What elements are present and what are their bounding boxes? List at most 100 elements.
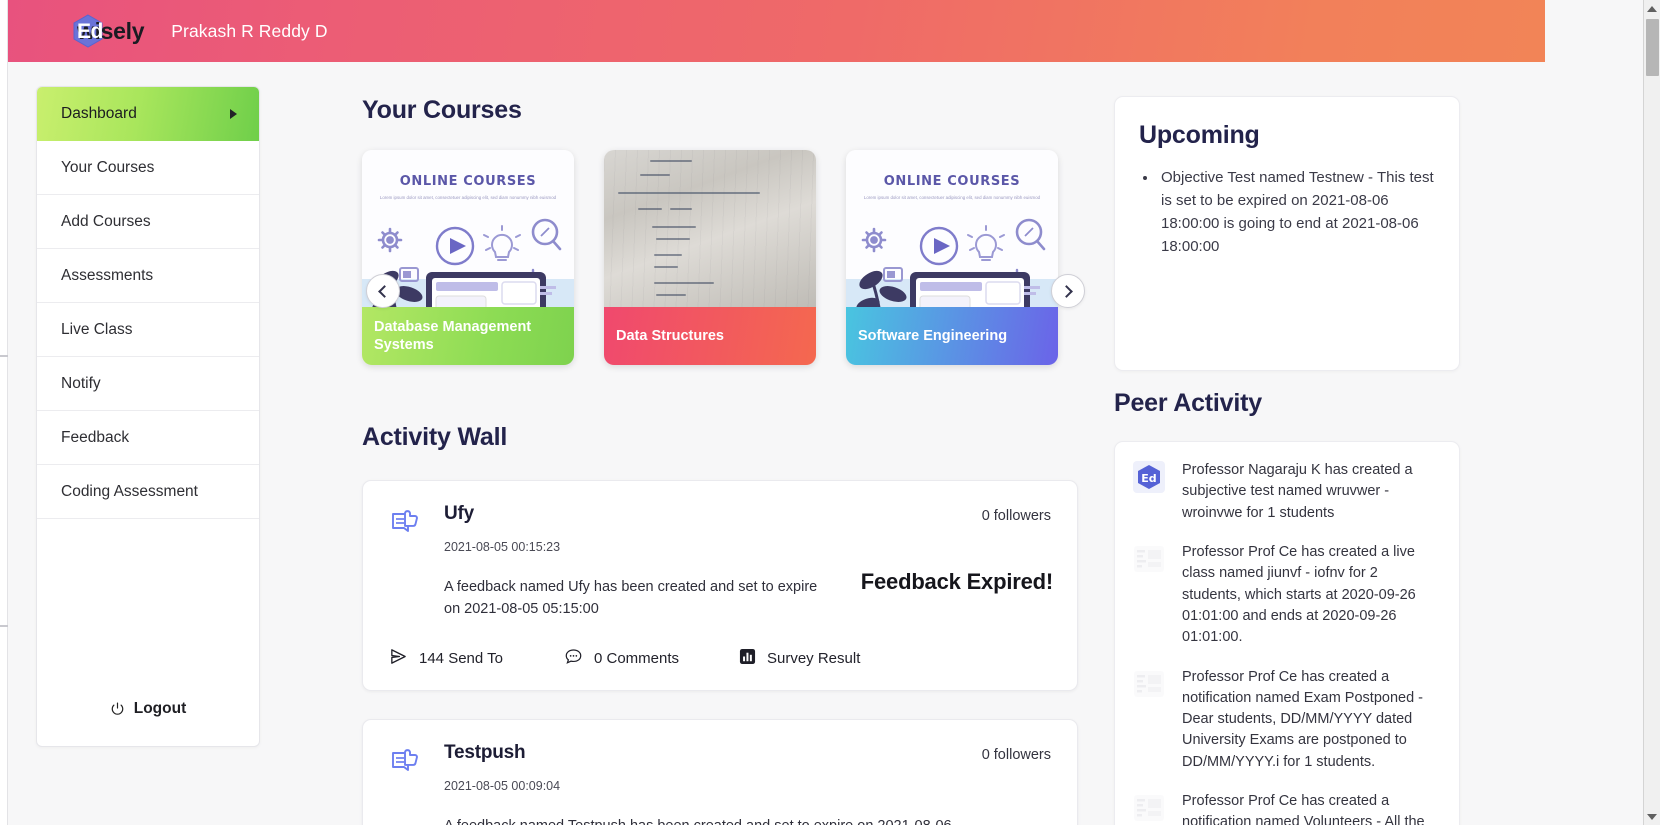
logo-ed-text: Ed [77,20,103,43]
scroll-up-button[interactable] [1644,0,1660,17]
send-icon [389,647,408,670]
sidebar-item-label: Feedback [61,428,130,446]
peer-activity-text: Professor Prof Ce has created a notifica… [1182,668,1423,770]
page-left-edge [0,0,8,825]
upcoming-list: Objective Test named Testnew - This test… [1158,167,1435,259]
placeholder-avatar-icon [1133,792,1167,825]
survey-result-label: Survey Result [767,649,861,667]
sidebar-item-live-class[interactable]: Live Class [37,303,259,357]
page-scrollbar[interactable] [1643,0,1660,825]
list-item[interactable]: Ed Professor Nagaraju K has created a su… [1133,460,1439,524]
peer-activity-text: Professor Prof Ce has created a notifica… [1182,793,1425,825]
edwisely-logo[interactable]: Ed wisely [73,14,145,48]
edwisely-hex-icon: Ed [73,14,103,48]
list-item[interactable]: Professor Prof Ce has created a notifica… [1133,667,1439,774]
course-card-data-structures[interactable]: Data Structures [604,150,816,365]
course-title: Data Structures [604,307,816,365]
illustration-subtitle: Lorem ipsum dolor sit amet, consectetuer… [863,195,1041,200]
edwisely-hex-avatar: Ed [1133,461,1167,495]
triangle-up-icon [1647,5,1657,12]
course-thumbnail: ONLINE COURSES Lorem ipsum dolor sit ame… [846,150,1058,307]
list-item: Objective Test named Testnew - This test… [1158,167,1435,259]
post-status-badge: Feedback Expired! [860,569,1053,594]
courses-carousel: ONLINE COURSES Lorem ipsum dolor sit ame… [362,150,1085,365]
send-to-label: 144 Send To [419,649,503,667]
post-description: A feedback named Testpush has been creat… [444,816,982,825]
right-rail: Upcoming Objective Test named Testnew - … [1114,96,1460,825]
sidebar-item-coding-assessment[interactable]: Coding Assessment [37,465,259,519]
carousel-prev-button[interactable] [366,274,400,308]
peer-activity-text: Professor Nagaraju K has created a subje… [1182,462,1413,521]
illustration-title: ONLINE COURSES [883,174,1021,189]
sidebar-item-label: Notify [61,374,101,392]
illustration-subtitle: Lorem ipsum dolor sit amet, consectetuer… [379,195,557,200]
sidebar-item-your-courses[interactable]: Your Courses [37,141,259,195]
handwritten-notes-photo [604,150,816,307]
post-followers: 0 followers [981,508,1051,524]
caret-right-icon [230,109,237,119]
post-title: Ufy [444,503,475,524]
sidebar-nav: Dashboard Your Courses Add Courses Asses… [36,86,260,747]
sidebar-item-label: Coding Assessment [61,482,198,500]
activity-wall-title: Activity Wall [362,423,508,451]
sidebar-item-label: Live Class [61,320,133,338]
list-item[interactable]: Professor Prof Ce has created a live cla… [1133,542,1439,649]
triangle-down-icon [1647,813,1657,820]
sidebar-item-dashboard[interactable]: Dashboard [37,87,259,141]
power-icon [110,702,125,717]
logout-label: Logout [133,700,187,717]
activity-post-testpush: Testpush 2021-08-05 00:09:04 A feedback … [362,718,1078,825]
chevron-right-icon [1060,284,1073,298]
logout-button[interactable]: Logout [37,700,259,746]
scrollbar-thumb[interactable] [1646,19,1659,76]
course-title: Software Engineering [846,307,1058,365]
course-thumbnail [604,150,816,307]
sidebar-item-feedback[interactable]: Feedback [37,411,259,465]
placeholder-avatar-icon [1133,543,1167,577]
sidebar-item-assessments[interactable]: Assessments [37,249,259,303]
course-card-dbms[interactable]: ONLINE COURSES Lorem ipsum dolor sit ame… [362,150,574,365]
sidebar-item-label: Add Courses [61,212,151,230]
upcoming-title: Upcoming [1139,121,1260,149]
app-header: Ed wisely Prakash R Reddy D [0,0,1545,62]
peer-activity-card: Ed Professor Nagaraju K has created a su… [1114,441,1460,825]
comment-icon [564,647,583,670]
peer-activity-title: Peer Activity [1114,389,1262,417]
post-timestamp: 2021-08-05 00:09:04 [444,778,561,793]
upcoming-card: Upcoming Objective Test named Testnew - … [1114,96,1460,371]
page-title: Your Courses [362,96,522,124]
feedback-thumbsup-icon [389,505,423,542]
list-item[interactable]: Professor Prof Ce has created a notifica… [1133,791,1439,825]
peer-activity-text: Professor Prof Ce has created a live cla… [1182,543,1416,646]
chevron-left-icon [378,284,391,298]
sidebar-item-add-courses[interactable]: Add Courses [37,195,259,249]
illustration-title: ONLINE COURSES [399,174,537,189]
post-followers: 0 followers [981,746,1051,763]
svg-text:Ed: Ed [1141,472,1156,485]
course-card-software-engineering[interactable]: ONLINE COURSES Lorem ipsum dolor sit ame… [846,150,1058,365]
survey-chart-icon [739,648,756,669]
sidebar-item-label: Your Courses [61,158,155,176]
sidebar-item-notify[interactable]: Notify [37,357,259,411]
survey-result-action[interactable]: Survey Result [739,648,860,669]
user-name: Prakash R Reddy D [171,20,328,41]
comments-label: 0 Comments [594,649,680,667]
post-actions: 144 Send To 0 Comments Survey Result [389,647,1051,690]
carousel-next-button[interactable] [1051,274,1085,308]
scroll-down-button[interactable] [1644,808,1660,825]
main-content: Your Courses ONLINE COURSES Lorem ipsum … [362,96,1085,825]
online-courses-illustration: ONLINE COURSES Lorem ipsum dolor sit ame… [846,150,1058,307]
sidebar-item-label: Dashboard [61,105,137,122]
placeholder-avatar-icon [1133,668,1167,702]
activity-post-ufy: Ufy 2021-08-05 00:15:23 A feedback named… [362,480,1078,691]
sidebar-item-label: Assessments [61,266,154,284]
send-to-action[interactable]: 144 Send To [389,647,564,670]
post-description: A feedback named Ufy has been created an… [444,579,818,617]
app-viewport: Ed wisely Prakash R Reddy D Dashboard Yo… [0,0,1660,825]
post-timestamp: 2021-08-05 00:15:23 [444,540,561,554]
post-title: Testpush [444,741,526,763]
course-title: Database Management Systems [362,307,574,365]
feedback-thumbsup-icon [389,744,423,781]
comments-action[interactable]: 0 Comments [564,647,739,670]
